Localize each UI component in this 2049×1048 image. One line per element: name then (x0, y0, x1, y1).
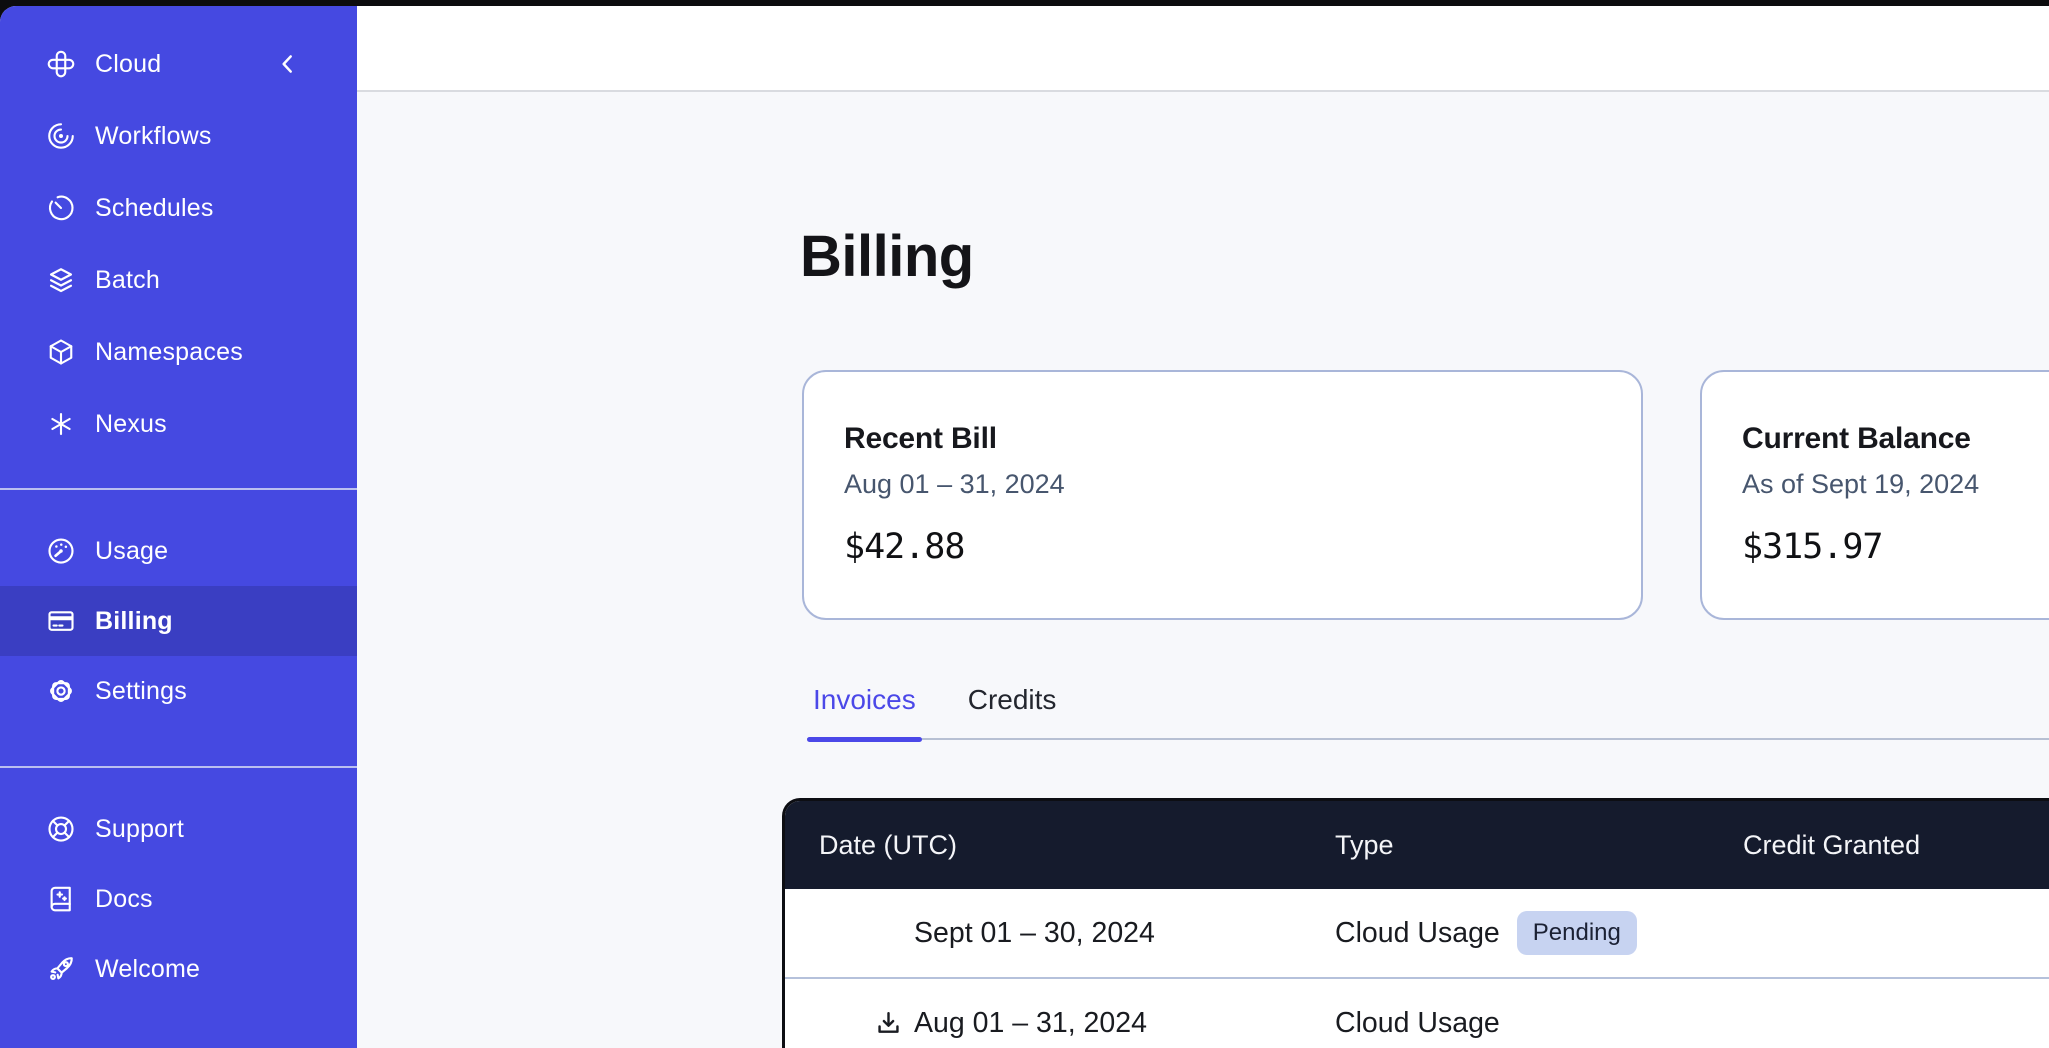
life-ring-icon (46, 814, 76, 844)
download-invoice-button[interactable] (873, 1008, 903, 1038)
sidebar-item-label: Cloud (95, 50, 161, 79)
main-area: Billing Recent Bill Aug 01 – 31, 2024 $4… (357, 6, 2049, 1048)
tab-invoices[interactable]: Invoices (807, 684, 922, 738)
invoices-table: Date (UTC) Type Credit Granted Sept 01 –… (782, 798, 2049, 1048)
sidebar-item-cloud[interactable]: Cloud (0, 28, 271, 100)
card-title: Current Balance (1742, 422, 2049, 456)
recent-bill-amount: $42.88 (844, 527, 1601, 567)
download-icon (874, 1009, 903, 1038)
card-title: Recent Bill (844, 422, 1601, 456)
layers-icon (46, 265, 76, 295)
chevron-left-icon (275, 51, 301, 77)
column-header-type: Type (1320, 830, 1728, 861)
summary-cards: Recent Bill Aug 01 – 31, 2024 $42.88 Cur… (802, 370, 2049, 620)
sidebar-header: Cloud (0, 28, 357, 100)
sidebar-item-settings[interactable]: Settings (0, 656, 357, 726)
column-header-date: Date (UTC) (785, 830, 1320, 861)
invoice-date-cell: Sept 01 – 30, 2024 (785, 917, 1320, 950)
sidebar-item-docs[interactable]: Docs (0, 864, 357, 934)
sidebar-item-label: Schedules (95, 194, 214, 223)
top-header-bar (357, 6, 2049, 92)
sidebar-item-label: Workflows (95, 122, 212, 151)
sidebar-item-label: Support (95, 815, 184, 844)
billing-tabs: Invoices Credits (807, 684, 2049, 740)
sidebar-item-label: Usage (95, 537, 168, 566)
table-row: Sept 01 – 30, 2024 Cloud Usage Pending (785, 889, 2049, 979)
sidebar-item-label: Welcome (95, 955, 200, 984)
rocket-icon (46, 954, 76, 984)
recent-bill-card: Recent Bill Aug 01 – 31, 2024 $42.88 (802, 370, 1643, 620)
invoice-date: Aug 01 – 31, 2024 (914, 1007, 1147, 1040)
sidebar-divider (0, 766, 357, 768)
table-row: Aug 01 – 31, 2024 Cloud Usage (785, 979, 2049, 1048)
tab-credits[interactable]: Credits (962, 684, 1063, 738)
sidebar-item-label: Nexus (95, 410, 167, 439)
table-header: Date (UTC) Type Credit Granted (785, 801, 2049, 889)
temporal-logo-icon (46, 49, 76, 79)
invoice-type: Cloud Usage (1335, 1007, 1500, 1040)
card-subtitle: As of Sept 19, 2024 (1742, 469, 2049, 500)
billing-page: Billing Recent Bill Aug 01 – 31, 2024 $4… (357, 92, 2049, 1048)
invoice-type-cell: Cloud Usage Pending (1320, 911, 1728, 955)
credit-card-icon (46, 606, 76, 636)
app-window: Cloud Workflows Schedules Batc (0, 6, 2049, 1048)
sidebar-divider (0, 488, 357, 490)
sidebar: Cloud Workflows Schedules Batc (0, 6, 357, 1048)
sidebar-item-label: Namespaces (95, 338, 243, 367)
gauge-icon (46, 536, 76, 566)
page-title: Billing (782, 228, 2049, 286)
invoice-date: Sept 01 – 30, 2024 (914, 917, 1155, 950)
current-balance-amount: $315.97 (1742, 527, 2049, 567)
column-header-credit-granted: Credit Granted (1728, 830, 2049, 861)
sidebar-item-label: Batch (95, 266, 160, 295)
sidebar-item-batch[interactable]: Batch (0, 244, 357, 316)
invoice-type-cell: Cloud Usage (1320, 1007, 1728, 1040)
cube-icon (46, 337, 76, 367)
icon-spacer (873, 918, 903, 948)
sidebar-item-workflows[interactable]: Workflows (0, 100, 357, 172)
clock-icon (46, 193, 76, 223)
current-balance-card: Current Balance As of Sept 19, 2024 $315… (1700, 370, 2049, 620)
workflows-icon (46, 121, 76, 151)
invoice-date-cell: Aug 01 – 31, 2024 (785, 1007, 1320, 1040)
collapse-sidebar-button[interactable] (271, 47, 305, 81)
sidebar-item-namespaces[interactable]: Namespaces (0, 316, 357, 388)
gear-icon (46, 676, 76, 706)
sidebar-item-billing[interactable]: Billing (0, 586, 357, 656)
sidebar-item-nexus[interactable]: Nexus (0, 388, 357, 460)
card-subtitle: Aug 01 – 31, 2024 (844, 469, 1601, 500)
book-sparkles-icon (46, 884, 76, 914)
sidebar-item-schedules[interactable]: Schedules (0, 172, 357, 244)
sidebar-item-welcome[interactable]: Welcome (0, 934, 357, 1004)
sidebar-item-support[interactable]: Support (0, 794, 357, 864)
sidebar-item-label: Docs (95, 885, 153, 914)
sidebar-item-usage[interactable]: Usage (0, 516, 357, 586)
invoice-type: Cloud Usage (1335, 917, 1500, 950)
status-badge: Pending (1517, 911, 1637, 955)
sidebar-item-label: Billing (95, 607, 173, 636)
sidebar-item-label: Settings (95, 677, 187, 706)
asterisk-icon (46, 409, 76, 439)
